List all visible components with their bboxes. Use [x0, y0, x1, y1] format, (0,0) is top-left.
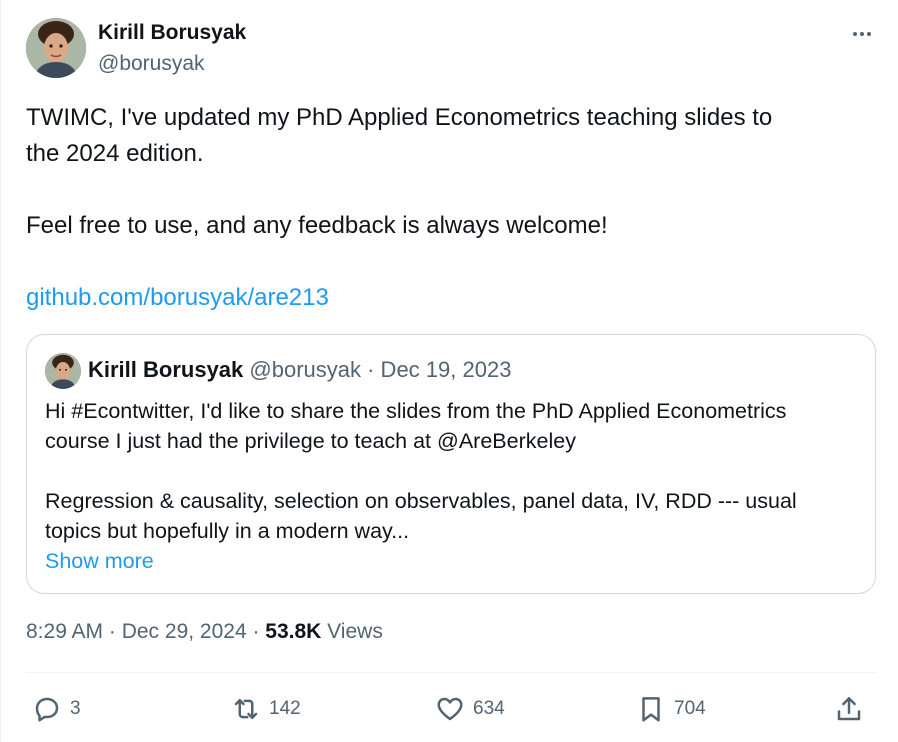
quote-text-line: topics but hopefully in a modern way... — [45, 519, 410, 543]
reply-icon — [35, 697, 59, 722]
quote-header: Kirill Borusyak @borusyak · Dec 19, 2023 — [88, 357, 511, 383]
reply-button[interactable]: 3 — [32, 690, 81, 728]
like-count: 634 — [473, 698, 505, 719]
show-more-link[interactable]: Show more — [45, 549, 154, 573]
bookmark-button[interactable]: 704 — [636, 690, 706, 728]
quote-text-line: course I just had the privilege to teach… — [45, 429, 576, 453]
tweet-text-line: Feel free to use, and any feedback is al… — [26, 212, 608, 239]
views-count: 53.8K — [265, 620, 322, 643]
quoted-tweet[interactable]: Kirill Borusyak @borusyak · Dec 19, 2023… — [26, 334, 876, 594]
tweet-meta: 8:29 AM · Dec 29, 2024 · 53.8K Views — [26, 620, 383, 644]
author-name[interactable]: Kirill Borusyak — [98, 21, 246, 45]
like-button[interactable]: 634 — [435, 690, 505, 728]
tweet-timestamp[interactable]: 8:29 AM · Dec 29, 2024 · — [26, 620, 265, 643]
author-handle[interactable]: @borusyak — [98, 52, 205, 76]
quote-avatar-image — [45, 353, 81, 389]
share-button[interactable] — [834, 690, 864, 728]
tweet-text-line: TWIMC, I've updated my PhD Applied Econo… — [26, 104, 773, 131]
more-options-button[interactable] — [847, 22, 877, 46]
avatar-image — [26, 18, 86, 78]
reply-count: 3 — [70, 698, 81, 719]
share-icon — [837, 697, 861, 721]
quote-text-line: Hi #Econtwitter, I'd like to share the s… — [45, 399, 787, 423]
quote-text-line: Regression & causality, selection on obs… — [45, 489, 797, 513]
views-label: Views — [321, 620, 383, 643]
bookmark-icon — [642, 697, 660, 722]
heart-icon — [437, 697, 463, 721]
tweet-text-line: the 2024 edition. — [26, 140, 204, 167]
action-bar: 3 142 634 704 — [26, 690, 876, 728]
quote-meta: @borusyak · Dec 19, 2023 — [249, 357, 512, 382]
quote-author-avatar[interactable] — [45, 353, 81, 389]
more-horizontal-icon — [853, 32, 871, 36]
quote-text: Hi #Econtwitter, I'd like to share the s… — [45, 396, 860, 576]
bookmark-count: 704 — [674, 698, 706, 719]
tweet-container: Kirill Borusyak @borusyak TWIMC, I've up… — [0, 0, 898, 742]
author-avatar[interactable] — [26, 18, 86, 78]
repost-button[interactable]: 142 — [231, 690, 301, 728]
tweet-text: TWIMC, I've updated my PhD Applied Econo… — [26, 100, 876, 316]
tweet-link[interactable]: github.com/borusyak/are213 — [26, 284, 329, 311]
repost-icon — [234, 699, 258, 719]
quote-author-name[interactable]: Kirill Borusyak — [88, 357, 243, 382]
repost-count: 142 — [269, 698, 301, 719]
divider — [26, 672, 876, 673]
